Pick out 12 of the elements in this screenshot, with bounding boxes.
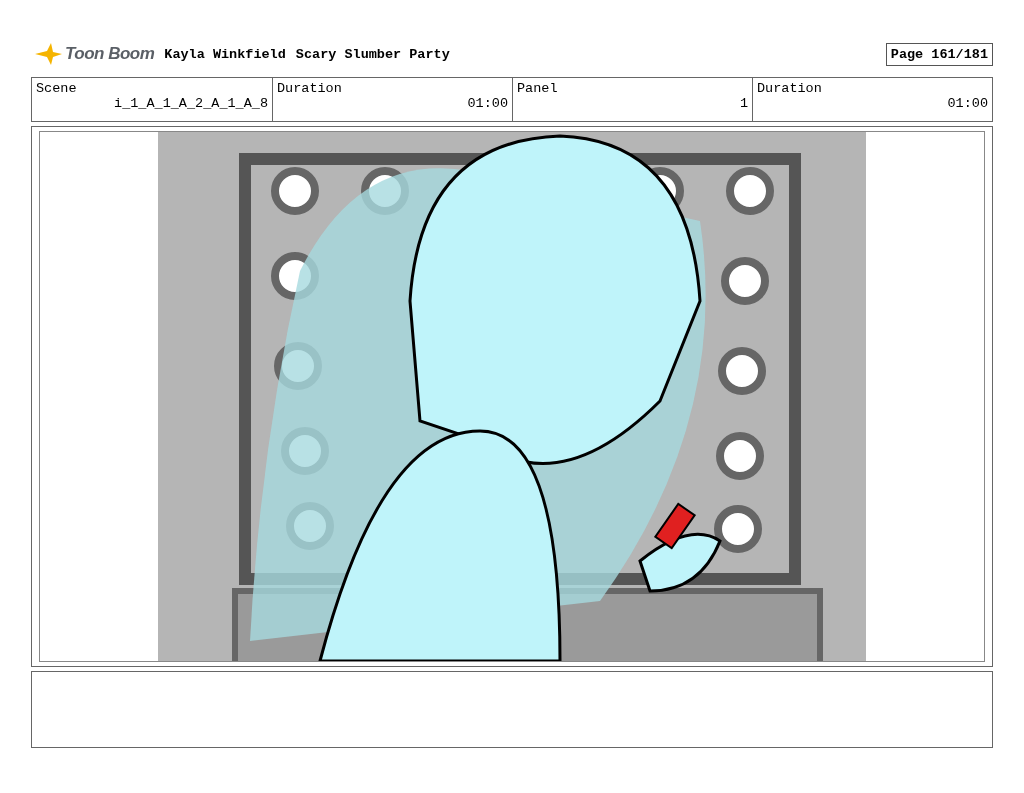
project-title: Scary Slumber Party <box>295 46 450 62</box>
page-number: Page 161/181 <box>885 42 993 66</box>
table-cell: 1 <box>739 96 748 111</box>
column-header: Duration <box>277 81 342 96</box>
logo-text: Toon Boom <box>65 44 155 64</box>
column-header: Scene <box>36 81 77 96</box>
author-name: Kayla Winkfield <box>164 46 286 62</box>
column-header: Panel <box>517 81 558 96</box>
table-cell: 01:00 <box>467 96 508 111</box>
table-cell: 01:00 <box>947 96 988 111</box>
column-header: Duration <box>757 81 822 96</box>
table-cell: i_1_A_1_A_2_A_1_A_8 <box>114 96 268 111</box>
